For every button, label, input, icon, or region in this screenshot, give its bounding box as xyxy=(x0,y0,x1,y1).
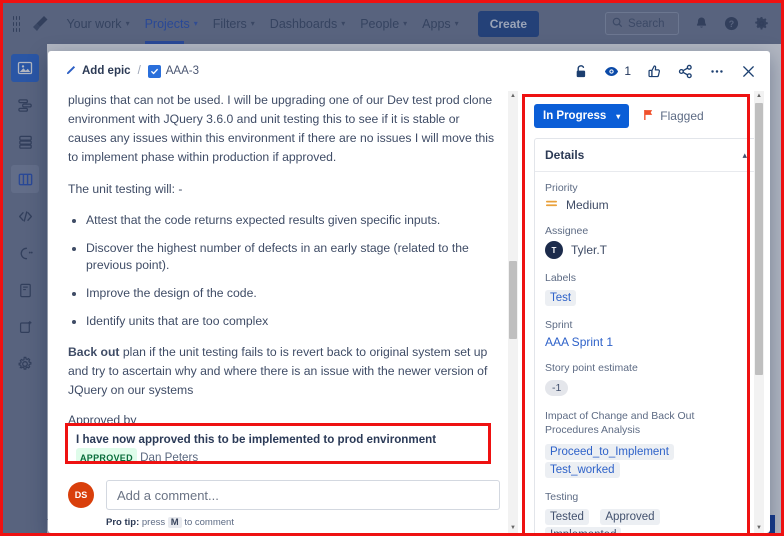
watch-eye-icon[interactable]: 1 xyxy=(604,64,631,79)
details-scrollbar[interactable]: ▲ ▼ xyxy=(754,91,764,533)
status-row: In Progress ▾ Flagged xyxy=(526,98,764,138)
details-title: Details xyxy=(545,148,585,162)
scroll-down-arrow-icon[interactable]: ▼ xyxy=(754,523,764,533)
app-root: Your work ▾ Projects ▾ Filters ▾ Dashboa… xyxy=(0,0,784,536)
pro-tip-suffix: to comment xyxy=(184,517,234,528)
assignee-value: Tyler.T xyxy=(571,243,608,257)
story-points-value-row: -1 xyxy=(545,378,747,396)
close-icon[interactable] xyxy=(741,64,756,79)
details-column: In Progress ▾ Flagged Details ▴ Priority… xyxy=(518,91,770,533)
list-item: Identify units that are too complex xyxy=(86,313,500,330)
details-fields: Priority Medium Assignee T Tyler.T Label… xyxy=(535,172,757,533)
testing-values: Tested Approved Implemented xyxy=(545,507,747,533)
comment-placeholder: Add a comment... xyxy=(117,487,219,503)
backout-bold-label: Back out xyxy=(68,345,120,359)
priority-value: Medium xyxy=(566,198,609,212)
avatar: DS xyxy=(68,482,94,508)
list-item: Improve the design of the code. xyxy=(86,285,500,302)
sprint-label: Sprint xyxy=(545,319,573,331)
list-item: Attest that the code returns expected re… xyxy=(86,212,500,229)
highlighted-comment-author: Dan Peters xyxy=(140,451,199,464)
testing-chip[interactable]: Approved xyxy=(600,509,660,525)
pro-tip-press: press xyxy=(141,517,166,528)
modal-body: plugins that can not be used. I will be … xyxy=(48,91,770,533)
description-column: plugins that can not be used. I will be … xyxy=(48,91,518,533)
status-dropdown[interactable]: In Progress ▾ xyxy=(534,104,630,128)
testing-label: Testing xyxy=(545,491,579,503)
scroll-down-arrow-icon[interactable]: ▼ xyxy=(508,523,518,533)
impact-values: Proceed_to_Implement Test_worked xyxy=(545,442,747,478)
breadcrumb: Add epic / AAA-3 xyxy=(66,64,199,78)
description-paragraph-2: The unit testing will: - xyxy=(68,182,183,196)
pro-tip-hint: Pro tip: press M to comment xyxy=(106,517,500,528)
modal-actions: 1 xyxy=(558,64,756,79)
testing-chip[interactable]: Tested xyxy=(545,509,589,525)
add-epic-button[interactable]: Add epic xyxy=(66,64,131,78)
breadcrumb-separator: / xyxy=(137,65,141,77)
chevron-down-icon: ▾ xyxy=(616,111,621,121)
chevron-up-icon[interactable]: ▴ xyxy=(742,150,747,161)
priority-label: Priority xyxy=(545,182,578,194)
testing-chip[interactable]: Implemented xyxy=(545,527,622,533)
watch-count: 1 xyxy=(624,64,631,78)
pro-tip-prefix: Pro tip: xyxy=(106,517,140,528)
details-card: Details ▴ Priority Medium Assignee T Tyl… xyxy=(534,138,758,533)
field-story-points: Story point estimate -1 xyxy=(545,362,747,396)
task-type-icon xyxy=(147,64,161,78)
story-points-value[interactable]: -1 xyxy=(545,380,569,396)
impact-chip[interactable]: Test_worked xyxy=(545,462,620,478)
description-scrollbar[interactable]: ▲ ▼ xyxy=(508,91,518,533)
comment-input[interactable]: Add a comment... xyxy=(106,480,500,510)
flagged-button[interactable]: Flagged xyxy=(643,109,704,124)
scrollbar-thumb[interactable] xyxy=(755,103,763,375)
priority-value-row[interactable]: Medium xyxy=(545,198,747,212)
impact-chip[interactable]: Proceed_to_Implement xyxy=(545,444,674,460)
pro-tip-key: M xyxy=(167,517,182,528)
scroll-up-arrow-icon[interactable]: ▲ xyxy=(508,91,518,101)
flag-icon xyxy=(643,109,654,124)
avatar: T xyxy=(545,241,563,259)
highlighted-comment-text: I have now approved this to be implement… xyxy=(76,433,437,446)
comment-composer: DS Add a comment... Pro tip: press M to … xyxy=(48,471,518,533)
field-priority: Priority Medium xyxy=(545,182,747,212)
details-header[interactable]: Details ▴ xyxy=(535,139,757,172)
description-content: plugins that can not be used. I will be … xyxy=(48,91,518,471)
field-sprint: Sprint AAA Sprint 1 xyxy=(545,319,747,349)
impact-label: Impact of Change and Back Out Procedures… xyxy=(545,410,695,436)
scrollbar-thumb[interactable] xyxy=(509,261,517,339)
story-points-label: Story point estimate xyxy=(545,362,638,374)
comment-input-wrapper: Add a comment... Pro tip: press M to com… xyxy=(106,480,500,528)
field-impact-analysis: Impact of Change and Back Out Procedures… xyxy=(545,409,747,478)
more-actions-icon[interactable] xyxy=(709,64,725,79)
issue-key[interactable]: AAA-3 xyxy=(166,65,199,77)
share-icon[interactable] xyxy=(678,64,693,79)
like-thumbsup-icon[interactable] xyxy=(647,64,662,79)
field-labels: Labels Test xyxy=(545,272,747,306)
pencil-icon xyxy=(66,64,77,78)
label-chip[interactable]: Test xyxy=(545,290,577,306)
sprint-value[interactable]: AAA Sprint 1 xyxy=(545,335,747,349)
field-assignee: Assignee T Tyler.T xyxy=(545,225,747,259)
labels-values: Test xyxy=(545,288,747,306)
description-bullet-list: Attest that the code returns expected re… xyxy=(86,212,500,330)
highlighted-approved-comment[interactable]: I have now approved this to be implement… xyxy=(65,423,491,464)
priority-medium-icon xyxy=(545,198,558,212)
assignee-value-row[interactable]: T Tyler.T xyxy=(545,241,747,259)
backout-paragraph: Back out plan if the unit testing fails … xyxy=(68,343,500,400)
modal-header: Add epic / AAA-3 1 xyxy=(48,51,770,91)
flagged-label: Flagged xyxy=(660,109,704,123)
assignee-label: Assignee xyxy=(545,225,589,237)
list-item: Discover the highest number of defects i… xyxy=(86,240,500,274)
backout-rest-text: plan if the unit testing fails to is rev… xyxy=(68,345,488,397)
description-paragraph-1: plugins that can not be used. I will be … xyxy=(68,93,495,164)
scroll-up-arrow-icon[interactable]: ▲ xyxy=(754,91,764,101)
labels-label: Labels xyxy=(545,272,576,284)
lock-icon[interactable] xyxy=(574,64,588,79)
status-badge: APPROVED xyxy=(76,448,137,461)
add-epic-label: Add epic xyxy=(82,65,131,77)
field-testing: Testing Tested Approved Implemented xyxy=(545,491,747,533)
status-label: In Progress xyxy=(543,110,607,122)
highlighted-comment-line: I have now approved this to be implement… xyxy=(76,432,480,464)
